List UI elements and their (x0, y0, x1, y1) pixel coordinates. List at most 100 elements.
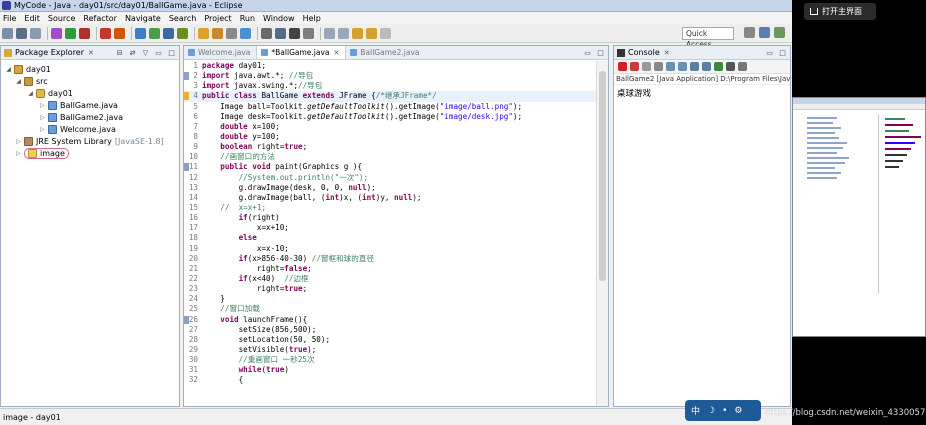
code-line[interactable]: 6 Image desk=Toolkit.getDefaultToolkit()… (184, 112, 608, 122)
maximize-icon[interactable]: □ (167, 49, 176, 57)
terminate-icon[interactable] (618, 62, 627, 71)
forward-icon[interactable] (380, 27, 391, 39)
menu-run[interactable]: Run (240, 14, 255, 23)
coverage-icon[interactable] (114, 27, 125, 39)
collapse-twisty-icon[interactable]: ▷ (39, 114, 46, 121)
menu-project[interactable]: Project (204, 14, 231, 23)
toggle-breadcrumb-icon[interactable] (289, 27, 300, 39)
scroll-lock-icon[interactable] (666, 62, 675, 71)
save-all-icon[interactable] (30, 27, 41, 39)
warning-marker-icon[interactable] (184, 92, 189, 101)
tree-node-src[interactable]: ◢ src (1, 75, 179, 87)
new-package-icon[interactable] (149, 27, 160, 39)
expand-icon[interactable]: ◢ (5, 66, 12, 73)
fold-marker-icon[interactable] (184, 315, 189, 324)
stop-icon[interactable] (100, 27, 111, 39)
back-icon[interactable] (366, 27, 377, 39)
external-tools-icon[interactable] (79, 27, 90, 39)
code-line[interactable]: 4 public class BallGame extends JFrame {/… (184, 91, 608, 102)
code-line[interactable]: 28 setLocation(50, 50); (184, 335, 608, 345)
selected-image-folder[interactable]: image (24, 147, 69, 159)
console-title[interactable]: Console (628, 48, 660, 57)
tree-node-jre[interactable]: ▷ JRE System Library [JavaSE-1.8] (1, 135, 179, 147)
show-whitespace-icon[interactable] (261, 27, 272, 39)
collapse-twisty-icon[interactable]: ▷ (39, 126, 46, 133)
quick-access-input[interactable]: Quick Access (682, 27, 734, 49)
minimize-icon[interactable]: ▭ (154, 49, 163, 57)
maximize-icon[interactable]: □ (778, 49, 787, 57)
open-console-icon[interactable] (738, 62, 747, 71)
close-icon[interactable]: ✕ (88, 49, 94, 57)
open-perspective-icon[interactable] (744, 27, 755, 38)
code-line[interactable]: 10 //画窗口的方法 (184, 152, 608, 162)
code-line[interactable]: 22 if(x<40) //边框 (184, 274, 608, 284)
view-menu-icon[interactable]: ▽ (141, 49, 150, 57)
remove-launch-icon[interactable] (630, 62, 639, 71)
code-line[interactable]: 1 package day01; (184, 61, 608, 71)
code-line[interactable]: 32 { (184, 375, 608, 385)
collapse-twisty-icon[interactable]: ▷ (15, 150, 22, 157)
search-icon[interactable] (212, 27, 223, 39)
menu-window[interactable]: Window (263, 14, 295, 23)
code-line[interactable]: 19 x=x-10; (184, 244, 608, 254)
tab-ballgame2[interactable]: BallGame2.java (346, 46, 425, 59)
code-line[interactable]: 25 //窗口加载 (184, 304, 608, 314)
code-line[interactable]: 2 import java.awt.*; //导包 (184, 71, 608, 81)
tree-node-project[interactable]: ◢ day01 (1, 63, 179, 75)
tree-node-package[interactable]: ◢ day01 (1, 87, 179, 99)
pin-editor-icon[interactable] (303, 27, 314, 39)
code-area[interactable]: 1 package day01; 2 import java.awt.*; //导包 3… (184, 61, 608, 406)
run-icon[interactable] (65, 27, 76, 39)
save-icon[interactable] (16, 27, 27, 39)
code-line[interactable]: 16 if(right) (184, 213, 608, 223)
code-line[interactable]: 12 //System.out.println("一次"); (184, 173, 608, 183)
show-on-output-icon[interactable] (690, 62, 699, 71)
menu-refactor[interactable]: Refactor (83, 14, 117, 23)
code-line[interactable]: 18 else (184, 233, 608, 243)
code-line[interactable]: 24 } (184, 294, 608, 304)
editor-scrollbar[interactable] (596, 61, 608, 406)
code-line[interactable]: 23 right=true; (184, 284, 608, 294)
new-class-icon[interactable] (163, 27, 174, 39)
code-line[interactable]: 3 import javax.swing.*;//导包 (184, 81, 608, 91)
open-main-interface-button[interactable]: 打开主界面 (804, 3, 876, 20)
ime-toolbar[interactable]: 中 ☽ • ⚙ (685, 400, 761, 421)
block-selection-icon[interactable] (275, 27, 286, 39)
next-annotation-icon[interactable] (324, 27, 335, 39)
open-type-icon[interactable] (177, 27, 188, 39)
expand-icon[interactable]: ◢ (27, 90, 34, 97)
moon-icon[interactable]: ☽ (707, 406, 715, 416)
tree-node-image[interactable]: ▷ image (1, 147, 179, 159)
tree-node-ballgame[interactable]: ▷ BallGame.java (1, 99, 179, 111)
code-line[interactable]: 15 // x=x+1; (184, 203, 608, 213)
minimize-icon[interactable]: ▭ (765, 49, 774, 57)
debug-icon[interactable] (51, 27, 62, 39)
code-line[interactable]: 17 x=x+10; (184, 223, 608, 233)
link-editor-icon[interactable]: ⇄ (128, 49, 137, 57)
debug-perspective-icon[interactable] (774, 27, 785, 38)
tab-welcome[interactable]: Welcome.java (184, 46, 256, 59)
collapse-twisty-icon[interactable]: ▷ (15, 138, 22, 145)
last-edit-location-icon[interactable] (352, 27, 363, 39)
edit-icon[interactable] (226, 27, 237, 39)
code-line[interactable]: 20 if(x>856-40-30) //窗框和球的直径 (184, 254, 608, 264)
code-line[interactable]: 31 while(true) (184, 365, 608, 375)
pin-console-icon[interactable] (714, 62, 723, 71)
code-line[interactable]: 27 setSize(856,500); (184, 325, 608, 335)
menu-search[interactable]: Search (169, 14, 196, 23)
show-on-error-icon[interactable] (702, 62, 711, 71)
package-explorer-title[interactable]: Package Explorer (15, 48, 84, 57)
display-selected-console-icon[interactable] (726, 62, 735, 71)
code-line[interactable]: 26 void launchFrame(){ (184, 315, 608, 325)
code-line[interactable]: 7 double x=100; (184, 122, 608, 132)
code-line[interactable]: 8 double y=100; (184, 132, 608, 142)
open-task-icon[interactable] (198, 27, 209, 39)
code-line[interactable]: 9 boolean right=true; (184, 142, 608, 152)
new-icon[interactable] (2, 27, 13, 39)
minimize-icon[interactable]: ▭ (583, 49, 592, 57)
code-line[interactable]: 13 g.drawImage(desk, 0, 0, null); (184, 183, 608, 193)
menu-edit[interactable]: Edit (24, 14, 40, 23)
menu-help[interactable]: Help (303, 14, 321, 23)
fold-marker-icon[interactable] (184, 72, 189, 81)
menu-file[interactable]: File (3, 14, 16, 23)
